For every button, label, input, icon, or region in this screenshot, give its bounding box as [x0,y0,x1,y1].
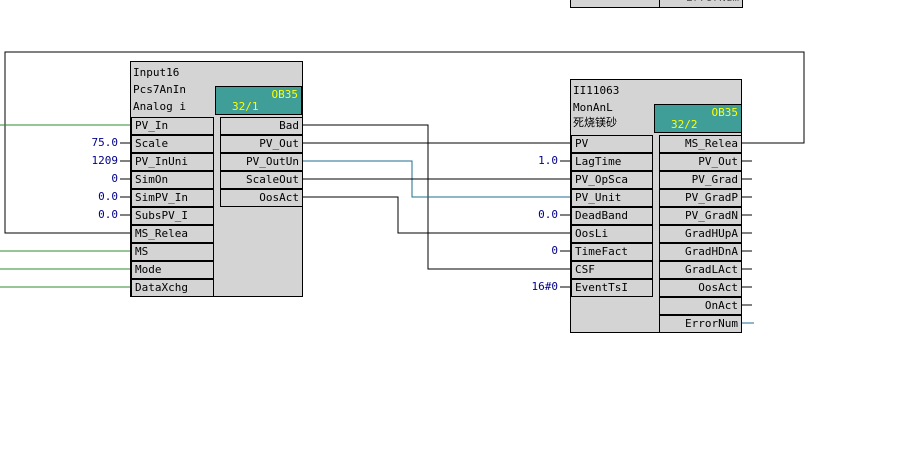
output-pin-pv-gradp[interactable]: PV_GradP [659,189,742,207]
function-block-ii11063[interactable]: II11063 MonAnL 死烧镁砂 OB35 32/2 PV LagTime… [570,79,742,333]
param-value-deadband[interactable]: 0.0 [498,206,558,224]
param-value-pv-inuni[interactable]: 1209 [58,152,119,170]
block-comment: Analog i [133,100,186,113]
input-pin-csf[interactable]: CSF [571,261,653,279]
output-pin-errornum-top[interactable]: ErrorNum [659,0,743,8]
param-value-scale[interactable]: 75.0 [58,134,119,152]
input-pin-simon[interactable]: SimOn [131,171,214,189]
input-pin-mode[interactable]: Mode [131,261,214,279]
input-pin-eventtsi[interactable]: EventTsI [571,279,653,297]
partial-block-top[interactable]: ErrorNum [570,0,743,8]
output-pin-ms-relea[interactable]: MS_Relea [659,135,742,153]
output-pin-gradhupa[interactable]: GradHUpA [659,225,742,243]
ob-name: OB35 [271,88,299,101]
output-pin-bad[interactable]: Bad [220,117,303,135]
input-pin-simpv-in[interactable]: SimPV_In [131,189,214,207]
output-pin-scaleout[interactable]: ScaleOut [220,171,303,189]
output-pin-pv-out[interactable]: PV_Out [220,135,303,153]
param-value-simon[interactable]: 0 [58,170,118,188]
output-pin-onact[interactable]: OnAct [659,297,742,315]
output-pin-oosact[interactable]: OosAct [220,189,303,207]
param-value-lagtime[interactable]: 1.0 [498,152,558,170]
input-pin-lagtime[interactable]: LagTime [571,153,653,171]
output-pin-pv-out[interactable]: PV_Out [659,153,742,171]
input-pin-pv-opsca[interactable]: PV_OpSca [571,171,653,189]
param-value-simpv-in[interactable]: 0.0 [58,188,118,206]
input-pin-ms-relea[interactable]: MS_Relea [131,225,214,243]
input-pin-pv-in[interactable]: PV_In [131,117,214,135]
input-pin-pv-inuni[interactable]: PV_InUni [131,153,214,171]
param-value-eventtsi[interactable]: 16#0 [498,278,559,296]
ob-runtime-badge[interactable]: OB35 32/1 [215,86,302,115]
input-pin-subspv-i[interactable]: SubsPV_I [131,207,214,225]
output-pin-errornum[interactable]: ErrorNum [659,315,742,333]
param-value-subspv-i[interactable]: 0.0 [58,206,118,224]
block-comment: 死烧镁砂 [573,116,617,129]
function-block-input16[interactable]: Input16 Pcs7AnIn Analog i OB35 32/1 PV_I… [130,61,303,297]
input-pin-oosli[interactable]: OosLi [571,225,653,243]
output-pin-gradhdna[interactable]: GradHDnA [659,243,742,261]
param-value-timefact[interactable]: 0 [498,242,558,260]
input-pin-scale[interactable]: Scale [131,135,214,153]
output-pin-pv-grad[interactable]: PV_Grad [659,171,742,189]
ob-sequence: 32/1 [232,100,259,113]
input-pin-deadband[interactable]: DeadBand [571,207,653,225]
input-pin-ms[interactable]: MS [131,243,214,261]
ob-runtime-badge[interactable]: OB35 32/2 [654,104,742,133]
input-pin-pv-unit[interactable]: PV_Unit [571,189,653,207]
block-type: Pcs7AnIn [133,83,186,96]
input-pin-pv[interactable]: PV [571,135,653,153]
output-pin-gradlact[interactable]: GradLAct [659,261,742,279]
output-pin-pv-gradn[interactable]: PV_GradN [659,207,742,225]
output-pin-oosact[interactable]: OosAct [659,279,742,297]
ob-name: OB35 [711,106,739,119]
ob-sequence: 32/2 [671,118,698,131]
input-pin-dataxchg[interactable]: DataXchg [131,279,214,297]
block-name: II11063 [573,84,620,97]
input-pin-timefact[interactable]: TimeFact [571,243,653,261]
output-pin-pv-outun[interactable]: PV_OutUn [220,153,303,171]
block-name: Input16 [133,66,180,79]
